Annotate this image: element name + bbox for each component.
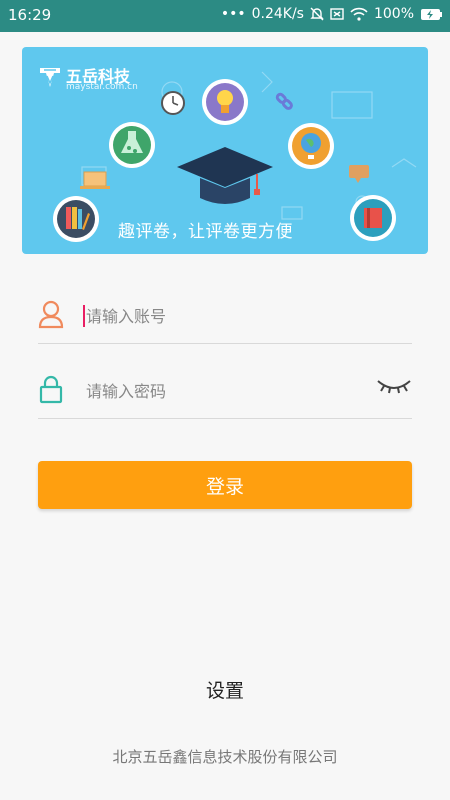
wifi-icon — [350, 7, 368, 21]
password-input[interactable] — [84, 374, 368, 408]
clock-icon — [161, 91, 185, 115]
laptop-icon — [80, 171, 110, 189]
battery-percent: 100% — [373, 6, 414, 22]
more-dots-icon: ••• — [220, 6, 246, 22]
account-field — [38, 283, 412, 344]
network-speed: 0.24K/s — [251, 6, 304, 22]
logo-mark-icon — [40, 68, 60, 87]
banner-slogan: 趣评卷，让评卷更方便 — [118, 222, 293, 242]
status-time: 16:29 — [8, 6, 52, 24]
battery-charging-icon — [421, 8, 442, 20]
company-name: 北京五岳鑫信息技术股份有限公司 — [112, 748, 338, 766]
globe-icon — [288, 123, 334, 169]
lock-icon — [39, 375, 63, 404]
promo-banner: 五岳科技 maystar.com.cn 趣评卷，让评卷更方便 — [22, 47, 428, 254]
link-icon — [275, 92, 293, 110]
lightbulb-icon — [202, 79, 248, 125]
status-icons: ••• 0.24K/s 100% — [221, 6, 444, 22]
settings-link[interactable]: 设置 — [0, 676, 450, 703]
login-button[interactable]: 登录 — [38, 461, 412, 509]
eye-closed-icon[interactable] — [376, 376, 412, 396]
book-icon — [350, 195, 396, 241]
flask-icon — [109, 122, 155, 168]
account-input[interactable] — [84, 299, 368, 333]
password-field — [38, 358, 412, 419]
logo-url: maystar.com.cn — [66, 82, 138, 92]
status-bar: 16:29 ••• 0.24K/s 100% — [0, 0, 450, 32]
user-icon — [38, 300, 64, 329]
graduation-cap-icon — [177, 147, 273, 204]
speech-bubble-icon — [349, 165, 369, 183]
sim-off-icon — [330, 8, 344, 20]
mute-bell-icon — [310, 7, 324, 21]
company-logo: 五岳科技 maystar.com.cn — [38, 63, 158, 93]
books-icon — [53, 196, 99, 242]
